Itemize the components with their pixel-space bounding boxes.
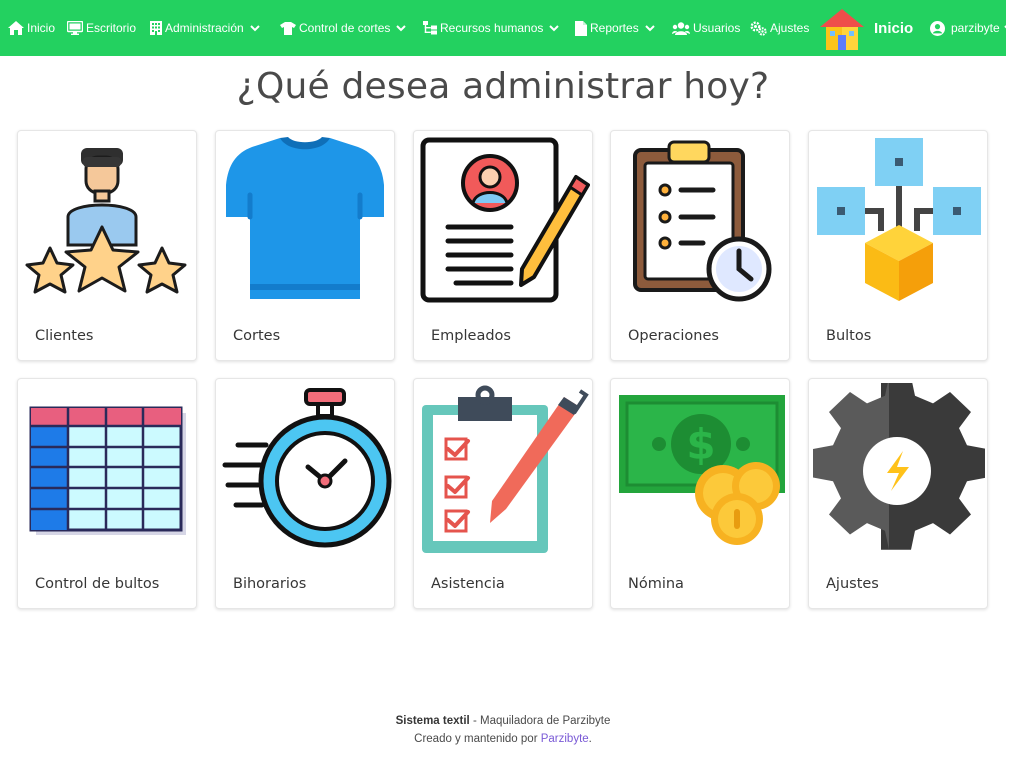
tshirt-icon	[280, 21, 296, 35]
chevron-down-icon	[644, 24, 655, 31]
card-cortes[interactable]: Cortes	[215, 130, 395, 361]
home-icon	[8, 21, 24, 35]
credit-prefix: Creado y mantenido por	[414, 733, 541, 745]
chevron-down-icon	[249, 24, 260, 31]
user-name: parzibyte	[951, 21, 1000, 35]
footer-tagline: Maquiladora de Parzibyte	[479, 715, 611, 727]
card-operaciones[interactable]: Operaciones	[610, 130, 790, 361]
nav-item-inicio[interactable]: Inicio	[8, 0, 55, 56]
resume-icon	[420, 137, 590, 303]
top-navbar: Inicio Escritorio Administración Control…	[0, 0, 1014, 56]
nav-item-label: Inicio	[27, 21, 56, 35]
page-title: ¿Qué desea administrar hoy?	[236, 66, 770, 107]
card-label: Cortes	[233, 328, 281, 344]
nav-item-label: Administración	[165, 21, 244, 35]
nav-item-label: Escritorio	[86, 21, 137, 35]
card-nomina[interactable]: $ Nómina	[610, 378, 790, 609]
clipboard-clock-icon	[633, 140, 772, 302]
file-icon	[575, 20, 587, 36]
cube-network-icon	[817, 138, 981, 301]
credit-suffix: .	[588, 733, 592, 745]
chevron-down-icon	[1003, 24, 1014, 31]
footer-separator: -	[469, 715, 480, 727]
svg-text:$: $	[686, 420, 715, 469]
card-clientes[interactable]: Clientes	[17, 130, 197, 361]
building-icon	[150, 21, 162, 35]
card-label: Control de bultos	[35, 576, 160, 592]
tshirt-icon	[226, 137, 384, 299]
sitemap-icon	[423, 21, 437, 35]
page-footer: Sistema textil - Maquiladora de Parzibyt…	[0, 712, 1006, 748]
nav-item-recursos-humanos[interactable]: Recursos humanos	[423, 0, 562, 56]
card-label: Clientes	[35, 328, 94, 344]
card-label: Nómina	[628, 576, 684, 592]
settings-gear-icon	[813, 383, 985, 550]
card-asistencia[interactable]: Asistencia	[413, 378, 593, 609]
house-logo-icon	[820, 9, 864, 50]
nav-item-escritorio[interactable]: Escritorio	[67, 0, 136, 56]
nav-item-label: Ajustes	[770, 21, 810, 35]
stopwatch-icon	[222, 388, 392, 548]
card-label: Ajustes	[826, 576, 879, 592]
nav-item-reportes[interactable]: Reportes	[575, 0, 658, 56]
checklist-pen-icon	[422, 385, 589, 553]
nav-item-usuarios[interactable]: Usuarios	[672, 0, 740, 56]
footer-line-1: Sistema textil - Maquiladora de Parzibyt…	[0, 712, 1006, 730]
nav-item-label: Control de cortes	[299, 21, 391, 35]
client-rating-icon	[25, 148, 187, 294]
card-label: Asistencia	[431, 576, 505, 592]
card-bihorarios[interactable]: Bihorarios	[215, 378, 395, 609]
desktop-icon	[67, 21, 83, 35]
nav-item-label: Reportes	[590, 21, 639, 35]
card-label: Empleados	[431, 328, 511, 344]
credit-link[interactable]: Parzibyte	[541, 733, 589, 745]
card-label: Bihorarios	[233, 576, 307, 592]
users-icon	[672, 21, 690, 35]
app-name: Sistema textil	[395, 715, 470, 727]
card-ajustes[interactable]: Ajustes	[808, 378, 988, 609]
chevron-down-icon	[396, 24, 407, 31]
card-label: Operaciones	[628, 328, 719, 344]
user-menu[interactable]: parzibyte	[930, 0, 1017, 56]
nav-item-ajustes[interactable]: Ajustes	[750, 0, 809, 56]
spreadsheet-icon	[29, 406, 186, 535]
brand-label[interactable]: Inicio	[874, 0, 913, 56]
chevron-down-icon	[549, 24, 560, 31]
nav-item-label: Usuarios	[693, 21, 741, 35]
card-label: Bultos	[826, 328, 872, 344]
nav-item-control-de-cortes[interactable]: Control de cortes	[280, 0, 409, 56]
nav-item-label: Recursos humanos	[440, 21, 544, 35]
footer-line-2: Creado y mantenido por Parzibyte.	[0, 730, 1006, 748]
brand-logo[interactable]	[820, 9, 864, 56]
user-circle-icon	[930, 20, 945, 36]
card-bultos[interactable]: Bultos	[808, 130, 988, 361]
card-empleados[interactable]: Empleados	[413, 130, 593, 361]
nav-item-administracion[interactable]: Administración	[150, 0, 263, 56]
card-control-de-bultos[interactable]: Control de bultos	[17, 378, 197, 609]
money-coins-icon: $	[619, 395, 785, 545]
gears-icon	[750, 21, 767, 36]
